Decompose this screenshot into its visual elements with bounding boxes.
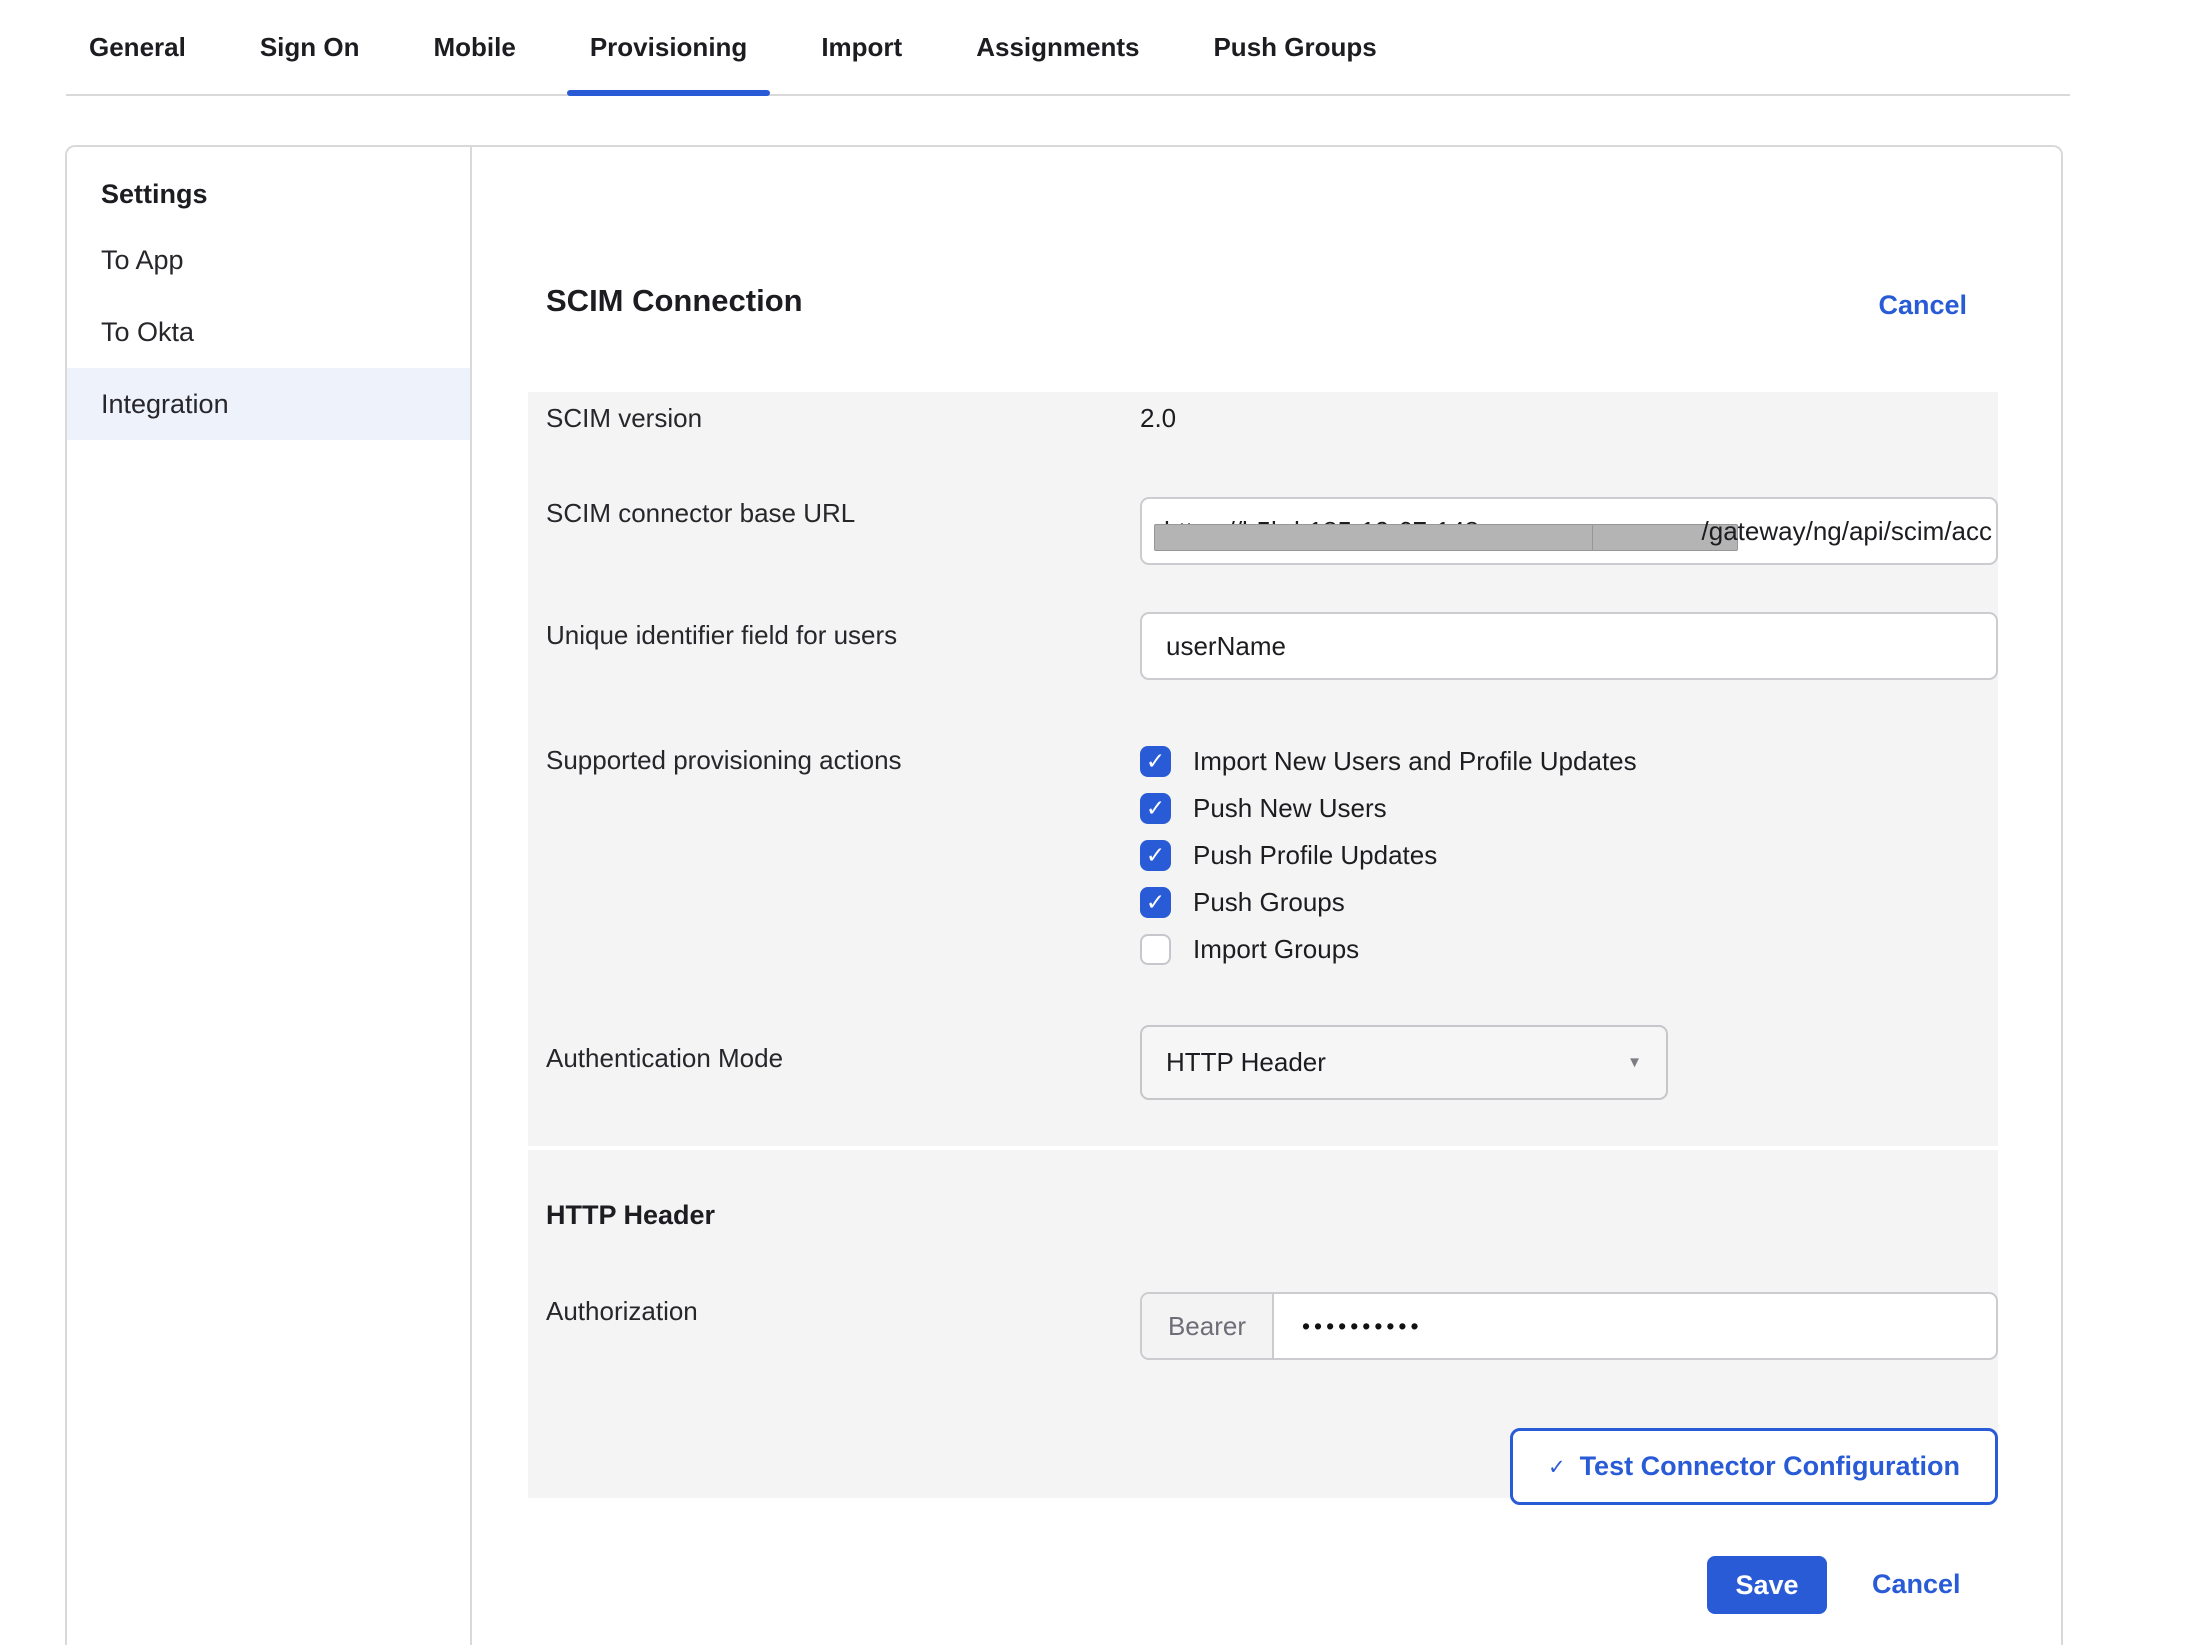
- checkbox-import-groups-icon[interactable]: [1140, 934, 1171, 965]
- checkbox-row-import-users[interactable]: Import New Users and Profile Updates: [1140, 738, 1637, 785]
- provisioning-actions-group: Import New Users and Profile Updates Pus…: [1140, 738, 1637, 973]
- checkbox-push-groups-icon[interactable]: [1140, 887, 1171, 918]
- cancel-link-bottom[interactable]: Cancel: [1872, 1569, 1961, 1600]
- sidebar-item-integration[interactable]: Integration: [67, 368, 470, 440]
- checkbox-label: Push Groups: [1193, 887, 1345, 918]
- tab-provisioning[interactable]: Provisioning: [567, 0, 770, 94]
- auth-mode-selected-value: HTTP Header: [1166, 1047, 1326, 1078]
- check-icon: ✓: [1548, 1455, 1566, 1480]
- base-url-input[interactable]: https://b5bd-185-19-67-148 /gateway/ng/a…: [1140, 497, 1998, 565]
- unique-id-label: Unique identifier field for users: [546, 620, 897, 651]
- authorization-prefix: Bearer: [1142, 1294, 1274, 1358]
- checkbox-import-users-icon[interactable]: [1140, 746, 1171, 777]
- checkbox-push-profile-updates-icon[interactable]: [1140, 840, 1171, 871]
- base-url-visible-end: /gateway/ng/api/scim/acc: [1702, 499, 1992, 563]
- app-tab-bar: General Sign On Mobile Provisioning Impo…: [66, 0, 2070, 96]
- provisioning-settings-page: General Sign On Mobile Provisioning Impo…: [0, 0, 2201, 1645]
- authorization-token-input[interactable]: ••••••••••: [1274, 1294, 1423, 1358]
- tab-assignments[interactable]: Assignments: [953, 0, 1162, 94]
- checkbox-label: Push Profile Updates: [1193, 840, 1437, 871]
- scim-version-label: SCIM version: [546, 403, 702, 434]
- tab-sign-on[interactable]: Sign On: [237, 0, 383, 94]
- settings-sidebar: Settings To App To Okta Integration: [67, 147, 470, 440]
- tab-push-groups[interactable]: Push Groups: [1190, 0, 1399, 94]
- test-connector-configuration-button[interactable]: ✓ Test Connector Configuration: [1510, 1428, 1998, 1505]
- checkbox-row-import-groups[interactable]: Import Groups: [1140, 926, 1637, 973]
- checkbox-row-push-groups[interactable]: Push Groups: [1140, 879, 1637, 926]
- checkbox-label: Import New Users and Profile Updates: [1193, 746, 1637, 777]
- chevron-down-icon: ▼: [1627, 1054, 1642, 1071]
- checkbox-push-new-users-icon[interactable]: [1140, 793, 1171, 824]
- unique-id-value: userName: [1166, 631, 1286, 662]
- authorization-label: Authorization: [546, 1296, 698, 1327]
- tab-import[interactable]: Import: [798, 0, 925, 94]
- checkbox-label: Push New Users: [1193, 793, 1387, 824]
- auth-mode-select[interactable]: HTTP Header ▼: [1140, 1025, 1668, 1100]
- unique-id-input[interactable]: userName: [1140, 612, 1998, 680]
- http-header-section-title: HTTP Header: [546, 1200, 715, 1231]
- scim-version-value: 2.0: [1140, 403, 1176, 434]
- cancel-link-top[interactable]: Cancel: [1878, 290, 1967, 321]
- checkbox-label: Import Groups: [1193, 934, 1359, 965]
- sidebar-item-to-okta[interactable]: To Okta: [67, 296, 470, 368]
- checkbox-row-push-new-users[interactable]: Push New Users: [1140, 785, 1637, 832]
- section-divider: [528, 1146, 1998, 1150]
- auth-mode-label: Authentication Mode: [546, 1043, 783, 1074]
- tab-general[interactable]: General: [66, 0, 209, 94]
- authorization-input-group: Bearer ••••••••••: [1140, 1292, 1998, 1360]
- test-connector-label: Test Connector Configuration: [1580, 1451, 1960, 1482]
- checkbox-row-push-profile-updates[interactable]: Push Profile Updates: [1140, 832, 1637, 879]
- sidebar-divider: [470, 147, 472, 1645]
- save-button[interactable]: Save: [1707, 1556, 1827, 1614]
- sidebar-title: Settings: [67, 147, 470, 224]
- page-title: SCIM Connection: [546, 283, 803, 319]
- redaction-bar: [1154, 524, 1594, 551]
- tab-mobile[interactable]: Mobile: [411, 0, 539, 94]
- base-url-label: SCIM connector base URL: [546, 498, 855, 529]
- sidebar-item-to-app[interactable]: To App: [67, 224, 470, 296]
- provisioning-actions-label: Supported provisioning actions: [546, 745, 902, 776]
